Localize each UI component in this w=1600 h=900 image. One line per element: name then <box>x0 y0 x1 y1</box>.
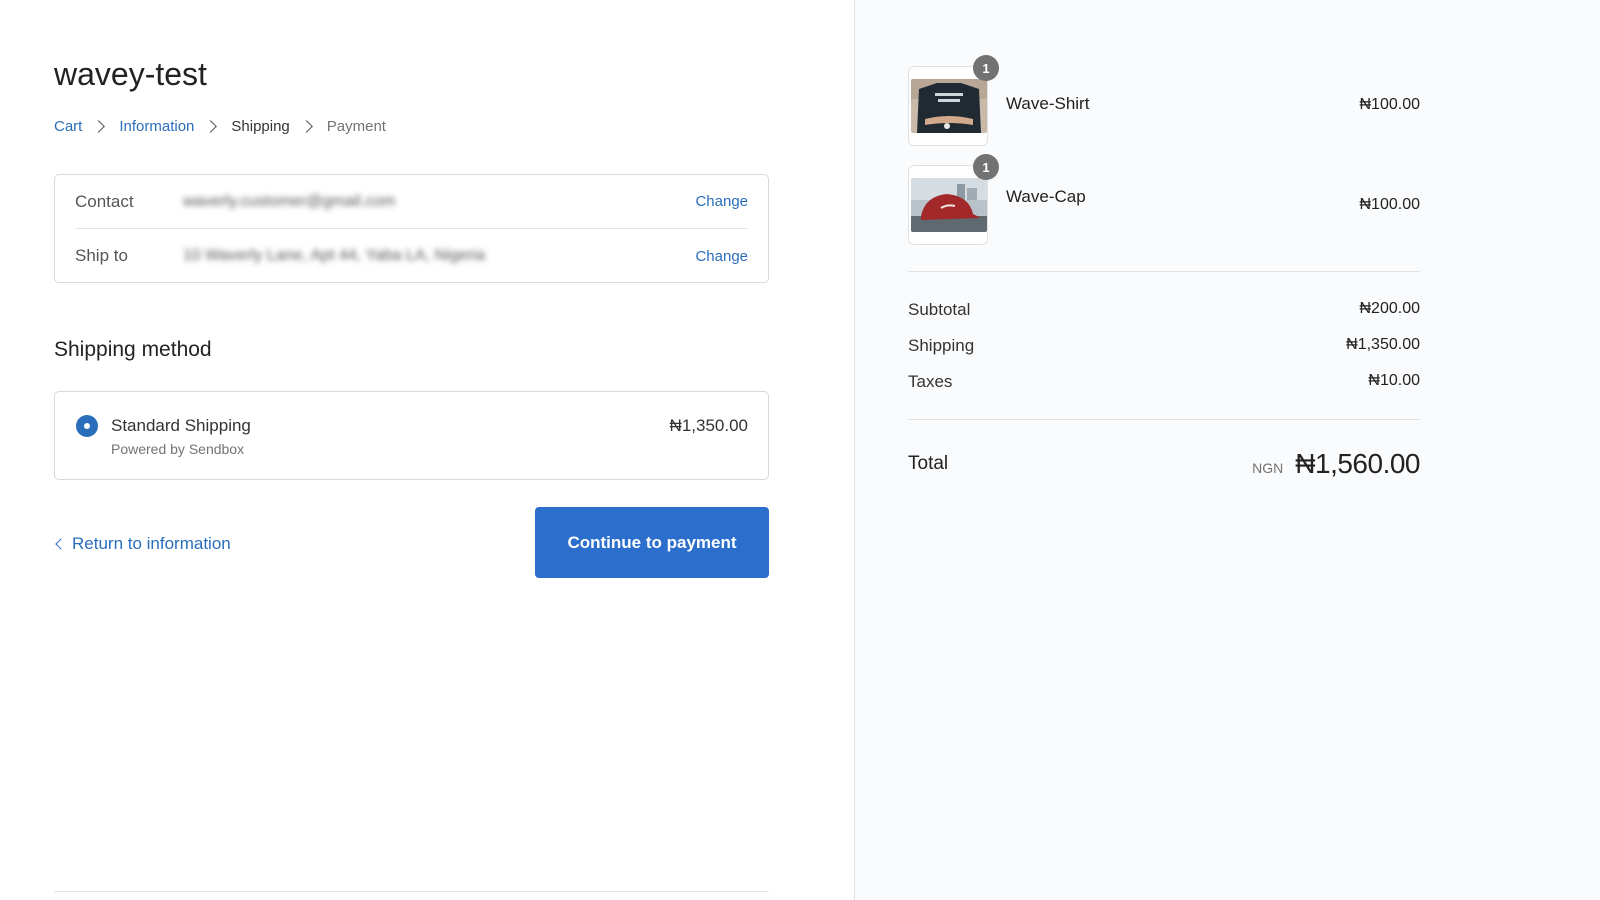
subtotal-value: ₦200.00 <box>1359 300 1421 317</box>
total-amount-group: NGN ₦1,560.00 <box>1252 448 1420 480</box>
continue-to-payment-button[interactable]: Continue to payment <box>535 507 769 578</box>
chevron-right-icon <box>299 120 313 133</box>
chevron-left-icon <box>55 538 67 550</box>
currency-code: NGN <box>1252 460 1284 476</box>
summary-divider <box>908 271 1420 272</box>
taxes-label: Taxes <box>908 372 953 391</box>
quantity-badge: 1 <box>973 154 999 180</box>
product-thumbnail: 1 <box>908 55 999 146</box>
subtotal-row: Subtotal ₦200.00 <box>908 300 1420 320</box>
breadcrumb-shipping: Shipping <box>231 118 290 135</box>
contact-label: Contact <box>75 191 134 211</box>
taxes-value: ₦10.00 <box>1368 372 1420 389</box>
return-link-label: Return to information <box>72 534 231 553</box>
subtotal-label: Subtotal <box>908 300 971 319</box>
line-item: 1 Wave-Cap ₦100.00 <box>908 154 1421 245</box>
summary-divider <box>908 419 1420 420</box>
breadcrumb: Cart Information Shipping Payment <box>54 118 386 135</box>
product-price: ₦100.00 <box>1359 196 1421 213</box>
shipping-value: ₦1,350.00 <box>1346 336 1420 353</box>
shipping-option-provider: Powered by Sendbox <box>111 441 245 457</box>
quantity-badge: 1 <box>973 55 999 81</box>
footer-divider <box>54 891 769 892</box>
tshirt-photo <box>911 79 987 133</box>
product-price: ₦100.00 <box>1359 96 1421 113</box>
ship-to-row: Ship to 10 Waverly Lane, Apt 44, Yaba LA… <box>75 229 748 283</box>
cap-photo <box>911 178 987 232</box>
shipping-option-price: ₦1,350.00 <box>669 416 748 435</box>
product-name: Wave-Cap <box>1006 187 1086 206</box>
total-label: Total <box>908 453 949 474</box>
total-amount: ₦1,560.00 <box>1295 448 1420 479</box>
breadcrumb-payment: Payment <box>326 118 386 135</box>
shipping-radio[interactable] <box>76 415 98 437</box>
order-summary: 1 Wave-Shirt ₦100.00 1 Wave-Cap ₦100.00 <box>854 0 1600 900</box>
taxes-row: Taxes ₦10.00 <box>908 372 1420 392</box>
shipping-method-title: Shipping method <box>54 338 212 361</box>
breadcrumb-information[interactable]: Information <box>119 118 194 135</box>
checkout-main: wavey-test Cart Information Shipping Pay… <box>0 0 854 900</box>
shipping-option[interactable]: Standard Shipping Powered by Sendbox ₦1,… <box>54 391 769 480</box>
shop-title[interactable]: wavey-test <box>54 56 207 93</box>
shipping-option-name: Standard Shipping <box>111 416 251 435</box>
chevron-right-icon <box>92 120 106 133</box>
review-block: Contact waverly.customer@gmail.com Chang… <box>54 174 769 283</box>
line-item: 1 Wave-Shirt ₦100.00 <box>908 55 1421 146</box>
change-contact-link[interactable]: Change <box>695 193 748 210</box>
return-to-information-link[interactable]: Return to information <box>54 534 231 554</box>
product-thumbnail: 1 <box>908 154 999 245</box>
contact-row: Contact waverly.customer@gmail.com Chang… <box>75 175 748 229</box>
radio-selected-dot <box>84 423 90 429</box>
breadcrumb-cart[interactable]: Cart <box>54 118 82 135</box>
change-address-link[interactable]: Change <box>695 248 748 265</box>
product-name: Wave-Shirt <box>1006 94 1090 113</box>
shipping-label: Shipping <box>908 336 975 355</box>
total-row: Total NGN ₦1,560.00 <box>908 444 1420 484</box>
shipping-row: Shipping ₦1,350.00 <box>908 336 1420 356</box>
chevron-right-icon <box>204 120 218 133</box>
ship-to-label: Ship to <box>75 246 128 265</box>
contact-value: waverly.customer@gmail.com <box>183 192 396 210</box>
ship-to-value: 10 Waverly Lane, Apt 44, Yaba LA, Nigeri… <box>183 247 486 264</box>
